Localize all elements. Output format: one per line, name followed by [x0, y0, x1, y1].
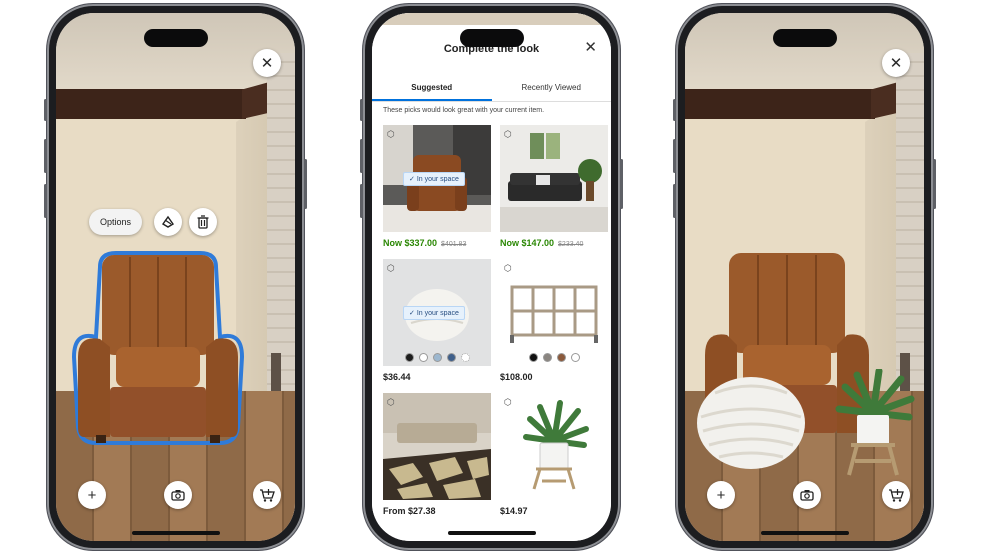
color-swatch[interactable]	[542, 353, 552, 362]
camera-icon[interactable]	[793, 481, 821, 509]
color-swatch[interactable]	[446, 353, 456, 362]
placed-pouf[interactable]	[695, 373, 807, 473]
phone-left: ✕ Options +	[44, 4, 307, 550]
close-icon[interactable]: ✕	[253, 49, 281, 77]
product-price: $108.00	[500, 372, 533, 382]
color-swatch[interactable]	[432, 353, 442, 362]
sale-price: Now $337.00	[383, 238, 438, 248]
color-swatch[interactable]	[460, 353, 470, 362]
phone-right: ✕ +	[673, 4, 936, 550]
product-card[interactable]: ⬡ ✓ In your space $36.44	[383, 259, 491, 382]
product-card[interactable]: ⬡ ✓ In your space Now $337.00 $401.83	[383, 125, 491, 248]
original-price: $401.83	[441, 241, 467, 248]
product-image[interactable]: ⬡	[500, 393, 608, 500]
add-to-cart-icon[interactable]	[882, 481, 910, 509]
phone-action-button	[673, 99, 676, 121]
add-to-cart-icon[interactable]	[253, 481, 281, 509]
complete-the-look-screen: Complete the look ✕ Suggested Recently V…	[372, 13, 611, 541]
phone-volume-up	[360, 139, 363, 173]
phone-volume-down	[673, 184, 676, 218]
close-icon[interactable]: ✕	[882, 49, 910, 77]
product-card[interactable]: ⬡ $108.00	[500, 259, 608, 382]
product-price: Now $147.00 $233.40	[500, 238, 608, 248]
product-image[interactable]: ⬡	[383, 393, 491, 500]
color-swatch[interactable]	[556, 353, 566, 362]
home-indicator	[447, 531, 536, 535]
product-card[interactable]: ⬡ $14.97	[500, 393, 608, 516]
product-image[interactable]: ⬡ ✓ In your space	[383, 125, 491, 232]
product-image[interactable]: ⬡ ✓ In your space	[383, 259, 491, 366]
view-in-3d-icon: ⬡	[504, 397, 512, 407]
view-in-3d-icon: ⬡	[504, 129, 512, 139]
view-in-3d-icon: ⬡	[387, 263, 395, 273]
in-your-space-badge: ✓ In your space	[403, 306, 465, 320]
ar-screen-left: ✕ Options +	[56, 13, 295, 541]
phone-action-button	[44, 99, 47, 121]
tab-recently-viewed[interactable]: Recently Viewed	[492, 79, 612, 101]
color-swatch[interactable]	[404, 353, 414, 362]
phone-volume-down	[44, 184, 47, 218]
dynamic-island	[772, 29, 837, 47]
phone-volume-up	[44, 139, 47, 173]
home-indicator	[131, 531, 220, 535]
placed-plant[interactable]	[831, 369, 915, 479]
product-card[interactable]: ⬡ From $27.38	[383, 393, 491, 516]
product-image[interactable]: ⬡	[500, 259, 608, 366]
bottom-sheet: Complete the look ✕ Suggested Recently V…	[372, 13, 611, 541]
plus-icon[interactable]: +	[78, 481, 106, 509]
sheet-backdrop	[372, 13, 611, 25]
close-icon[interactable]: ✕	[584, 40, 597, 55]
in-your-space-badge: ✓ In your space	[403, 172, 465, 186]
dynamic-island	[459, 29, 524, 47]
original-price: $233.40	[558, 241, 584, 248]
ceiling-beam	[56, 89, 246, 119]
suggestion-hint: These picks would look great with your c…	[383, 107, 545, 114]
rotate-icon[interactable]	[154, 208, 182, 236]
product-price: Now $337.00 $401.83	[383, 238, 491, 248]
phone-action-button	[360, 99, 363, 121]
product-image[interactable]: ⬡	[500, 125, 608, 232]
phone-power-button	[620, 159, 623, 209]
color-swatch[interactable]	[418, 353, 428, 362]
phone-middle: Complete the look ✕ Suggested Recently V…	[360, 4, 623, 550]
product-card[interactable]: ⬡ Now $147.00 $233.40	[500, 125, 608, 248]
plus-icon[interactable]: +	[707, 481, 735, 509]
tab-bar: Suggested Recently Viewed	[372, 79, 611, 102]
tab-suggested[interactable]: Suggested	[372, 79, 492, 101]
phone-power-button	[304, 159, 307, 209]
sale-price: Now $147.00	[500, 238, 555, 248]
color-swatches	[383, 353, 491, 362]
product-price: From $27.38	[383, 506, 436, 516]
view-in-3d-icon: ⬡	[504, 263, 512, 273]
product-price: $36.44	[383, 372, 411, 382]
color-swatches	[500, 353, 608, 362]
home-indicator	[760, 531, 849, 535]
view-in-3d-icon: ⬡	[387, 397, 395, 407]
options-button[interactable]: Options	[89, 209, 143, 235]
dynamic-island	[143, 29, 208, 47]
view-in-3d-icon: ⬡	[387, 129, 395, 139]
ar-screen-right: ✕ +	[685, 13, 924, 541]
phone-volume-up	[673, 139, 676, 173]
badge-label: In your space	[416, 176, 459, 183]
phone-volume-down	[360, 184, 363, 218]
color-swatch[interactable]	[570, 353, 580, 362]
product-price: $14.97	[500, 506, 528, 516]
options-label: Options	[100, 217, 132, 227]
badge-label: In your space	[416, 310, 459, 317]
ceiling-beam	[685, 89, 875, 119]
trash-icon[interactable]	[189, 208, 217, 236]
phone-power-button	[933, 159, 936, 209]
camera-icon[interactable]	[164, 481, 192, 509]
selected-armchair[interactable]	[70, 247, 246, 447]
color-swatch[interactable]	[528, 353, 538, 362]
